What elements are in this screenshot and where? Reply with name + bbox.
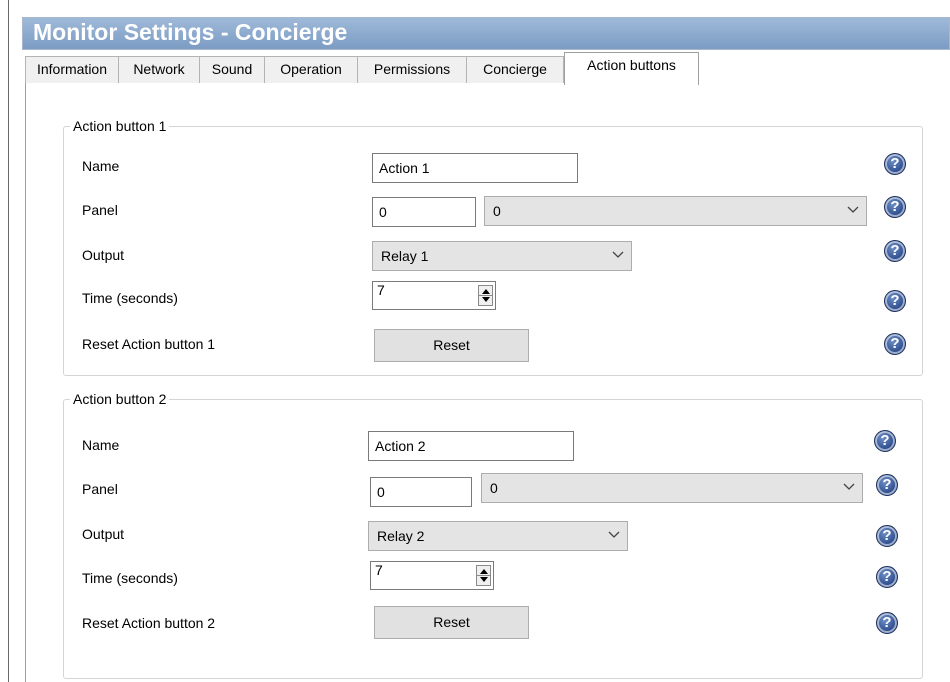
help-icon[interactable]: ?	[884, 290, 906, 312]
time-spinner[interactable]: 7	[370, 561, 494, 590]
help-icon[interactable]: ?	[876, 474, 898, 496]
chevron-down-icon	[612, 242, 624, 259]
tab-permissions[interactable]: Permissions	[357, 56, 467, 84]
group-title: Action button 1	[73, 118, 167, 134]
panel-select-value: 0	[493, 203, 501, 219]
output-select[interactable]: Relay 1	[372, 241, 632, 271]
spin-down-icon[interactable]	[482, 297, 490, 302]
time-label: Time (seconds)	[82, 570, 178, 586]
help-icon[interactable]: ?	[876, 612, 898, 634]
tab-sound[interactable]: Sound	[199, 56, 265, 84]
help-icon[interactable]: ?	[884, 196, 906, 218]
name-label: Name	[82, 158, 120, 174]
spin-up-icon[interactable]	[482, 289, 490, 294]
output-label: Output	[82, 247, 125, 263]
output-select[interactable]: Relay 2	[368, 521, 628, 551]
spinner-buttons[interactable]	[476, 565, 491, 586]
reset-button[interactable]: Reset	[374, 329, 529, 362]
chevron-down-icon	[847, 197, 859, 214]
chevron-down-icon	[843, 474, 855, 491]
panel-label: Panel	[82, 202, 118, 218]
reset-button[interactable]: Reset	[374, 606, 529, 639]
spin-divider	[479, 295, 492, 296]
tab-strip: Information Network Sound Operation Perm…	[25, 52, 950, 85]
help-icon[interactable]: ?	[884, 333, 906, 355]
spinner-buttons[interactable]	[478, 285, 493, 306]
tab-network[interactable]: Network	[118, 56, 200, 84]
help-icon[interactable]: ?	[876, 525, 898, 547]
tab-information[interactable]: Information	[25, 56, 119, 84]
reset-label: Reset Action button 1	[82, 336, 216, 352]
name-input[interactable]: Action 2	[368, 431, 574, 461]
help-icon[interactable]: ?	[876, 566, 898, 588]
spin-up-icon[interactable]	[480, 569, 488, 574]
panel-input[interactable]: 0	[372, 197, 476, 227]
group-title: Action button 2	[73, 391, 167, 407]
time-spinner[interactable]: 7	[372, 281, 496, 310]
panel-select[interactable]: 0	[481, 473, 863, 503]
window-border	[8, 0, 9, 682]
time-value: 7	[375, 562, 383, 578]
help-icon[interactable]: ?	[884, 153, 906, 175]
spin-divider	[477, 575, 490, 576]
tab-action-buttons[interactable]: Action buttons	[564, 52, 699, 85]
panel-input[interactable]: 0	[370, 477, 472, 507]
time-label: Time (seconds)	[82, 290, 178, 306]
output-label: Output	[82, 526, 125, 542]
output-select-value: Relay 1	[381, 248, 429, 264]
help-icon[interactable]: ?	[874, 430, 896, 452]
title-bar: Monitor Settings - Concierge	[22, 17, 950, 50]
name-label: Name	[82, 437, 120, 453]
tab-concierge[interactable]: Concierge	[466, 56, 564, 84]
help-icon[interactable]: ?	[884, 240, 906, 262]
tab-operation[interactable]: Operation	[264, 56, 358, 84]
panel-select[interactable]: 0	[484, 196, 867, 226]
output-select-value: Relay 2	[377, 528, 425, 544]
chevron-down-icon	[608, 522, 620, 539]
spin-down-icon[interactable]	[480, 577, 488, 582]
panel-label: Panel	[82, 481, 118, 497]
panel-select-value: 0	[490, 480, 498, 496]
reset-label: Reset Action button 2	[82, 615, 216, 631]
window-title: Monitor Settings - Concierge	[33, 19, 348, 45]
time-value: 7	[377, 282, 385, 298]
name-input[interactable]: Action 1	[372, 153, 578, 183]
